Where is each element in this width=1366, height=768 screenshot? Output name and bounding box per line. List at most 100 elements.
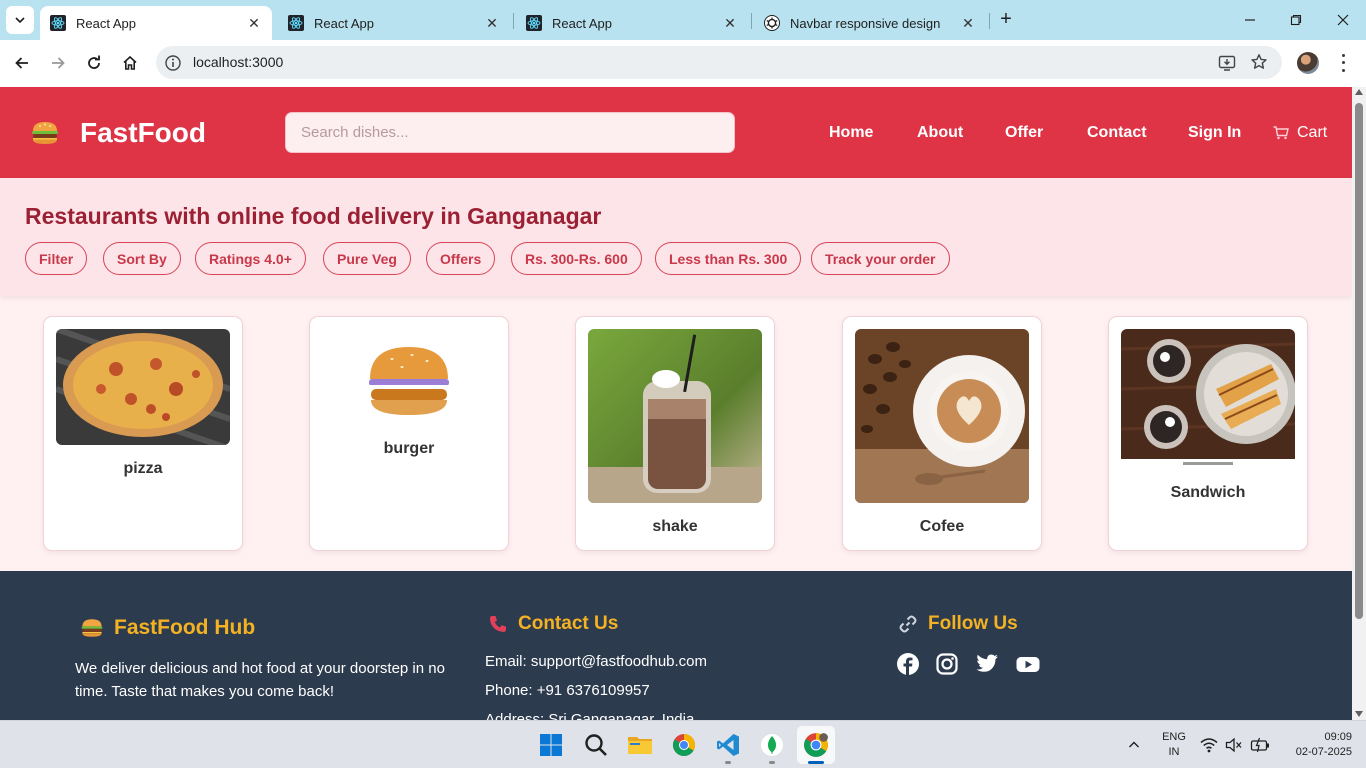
back-button[interactable] [10, 51, 34, 75]
profile-avatar[interactable] [1297, 52, 1319, 74]
pure-veg-chip[interactable]: Pure Veg [323, 242, 411, 275]
sandwich-image [1121, 329, 1295, 469]
chevron-up-icon [1129, 741, 1139, 748]
chrome-taskbar-button[interactable] [670, 731, 698, 759]
food-name: shake [652, 518, 698, 535]
close-icon[interactable]: ✕ [484, 15, 500, 31]
running-indicator [725, 761, 731, 764]
tab-title: Navbar responsive design [790, 15, 941, 31]
price-under-300-chip[interactable]: Less than Rs. 300 [655, 242, 802, 275]
clock[interactable]: 09:09 02-07-2025 [1280, 730, 1352, 760]
file-explorer-button[interactable] [626, 731, 654, 759]
phone-icon [490, 616, 506, 632]
hero-title: Restaurants with online food delivery in… [25, 203, 602, 229]
bookmark-star-icon[interactable] [1250, 53, 1268, 71]
show-hidden-icons-button[interactable] [1122, 733, 1146, 757]
food-card-sandwich[interactable]: Sandwich [1108, 316, 1308, 551]
tab-react-app-2[interactable]: React App ✕ [278, 6, 510, 40]
close-icon [1337, 14, 1349, 26]
food-card-burger[interactable]: burger [309, 316, 509, 551]
vscode-taskbar-button[interactable] [714, 731, 742, 759]
wifi-icon [1200, 738, 1218, 753]
restore-icon [1290, 14, 1302, 26]
cart-icon [1273, 126, 1289, 140]
home-button[interactable] [118, 51, 142, 75]
chrome-active-taskbar-button[interactable] [797, 726, 835, 764]
install-app-icon[interactable] [1218, 54, 1236, 72]
browser-menu-button[interactable] [1335, 52, 1351, 74]
tab-navbar-responsive[interactable]: Navbar responsive design ✕ [754, 6, 986, 40]
minimize-button[interactable] [1238, 8, 1262, 32]
region-code: IN [1168, 746, 1180, 758]
youtube-icon[interactable] [1016, 653, 1040, 675]
burger-icon [32, 122, 58, 144]
mongodb-icon [761, 734, 783, 756]
forward-button[interactable] [46, 51, 70, 75]
language-indicator[interactable]: ENG IN [1158, 730, 1190, 760]
tab-separator [989, 13, 990, 29]
tab-search-button[interactable] [6, 6, 34, 34]
start-button[interactable] [537, 731, 565, 759]
tab-separator [751, 13, 752, 29]
ratings-chip[interactable]: Ratings 4.0+ [195, 242, 306, 275]
close-window-button[interactable] [1331, 8, 1355, 32]
volume-muted-icon [1225, 737, 1242, 753]
link-icon [899, 615, 917, 633]
react-icon [526, 15, 542, 31]
page-scrollbar[interactable] [1352, 87, 1366, 720]
coffee-image [855, 329, 1029, 503]
facebook-icon[interactable] [897, 653, 919, 675]
cart-label: Cart [1297, 124, 1328, 141]
close-icon[interactable]: ✕ [960, 15, 976, 31]
tab-title: React App [314, 15, 374, 31]
nav-contact-link[interactable]: Contact [1087, 124, 1147, 142]
cart-link[interactable]: Cart [1273, 124, 1327, 142]
food-card-shake[interactable]: shake [575, 316, 775, 551]
search-input[interactable] [285, 112, 735, 153]
new-tab-button[interactable]: + [996, 9, 1016, 30]
close-icon[interactable]: ✕ [246, 15, 262, 31]
tab-react-app-3[interactable]: React App ✕ [516, 6, 748, 40]
twitter-icon[interactable] [975, 653, 999, 675]
filter-chip[interactable]: Filter [25, 242, 88, 275]
address-bar[interactable]: localhost:3000 [156, 46, 1282, 79]
mongodb-taskbar-button[interactable] [758, 731, 786, 759]
nav-about-link[interactable]: About [917, 124, 963, 142]
browser-tab-strip: React App ✕ React App ✕ React App ✕ Navb… [0, 0, 1366, 40]
track-order-chip[interactable]: Track your order [811, 242, 950, 275]
url-text[interactable]: localhost:3000 [193, 54, 283, 70]
sort-by-chip[interactable]: Sort By [103, 242, 181, 275]
shake-image [588, 329, 762, 503]
site-info-icon[interactable] [164, 54, 182, 72]
language-code: ENG [1162, 731, 1186, 743]
taskbar-search-button[interactable] [582, 731, 610, 759]
nav-offer-link[interactable]: Offer [1005, 124, 1043, 142]
price-300-600-chip[interactable]: Rs. 300-Rs. 600 [511, 242, 642, 275]
food-name: Cofee [919, 518, 965, 535]
footer-phone[interactable]: Phone: +91 6376109957 [485, 679, 650, 702]
food-card-pizza[interactable]: pizza [43, 316, 243, 551]
home-icon [123, 55, 137, 70]
browser-toolbar: localhost:3000 [0, 40, 1366, 86]
food-name: burger [383, 440, 435, 457]
scroll-down-arrow[interactable] [1355, 711, 1363, 717]
food-name: pizza [123, 460, 163, 477]
tab-react-app-1[interactable]: React App ✕ [40, 6, 272, 40]
reload-icon [88, 55, 100, 69]
clock-time: 09:09 [1324, 731, 1352, 743]
restore-button[interactable] [1284, 8, 1308, 32]
reload-button[interactable] [82, 51, 106, 75]
instagram-icon[interactable] [936, 653, 958, 675]
offers-chip[interactable]: Offers [426, 242, 496, 275]
search-icon [585, 734, 607, 756]
tab-separator [513, 13, 514, 29]
scroll-up-arrow[interactable] [1355, 89, 1363, 95]
nav-home-link[interactable]: Home [829, 124, 873, 142]
quick-settings-button[interactable] [1200, 733, 1270, 757]
scrollbar-thumb[interactable] [1355, 103, 1363, 619]
footer-email[interactable]: Email: support@fastfoodhub.com [485, 650, 707, 673]
nav-signin-link[interactable]: Sign In [1188, 124, 1241, 142]
food-card-cofee[interactable]: Cofee [842, 316, 1042, 551]
close-icon[interactable]: ✕ [722, 15, 738, 31]
brand-logo[interactable]: FastFood [30, 117, 206, 149]
